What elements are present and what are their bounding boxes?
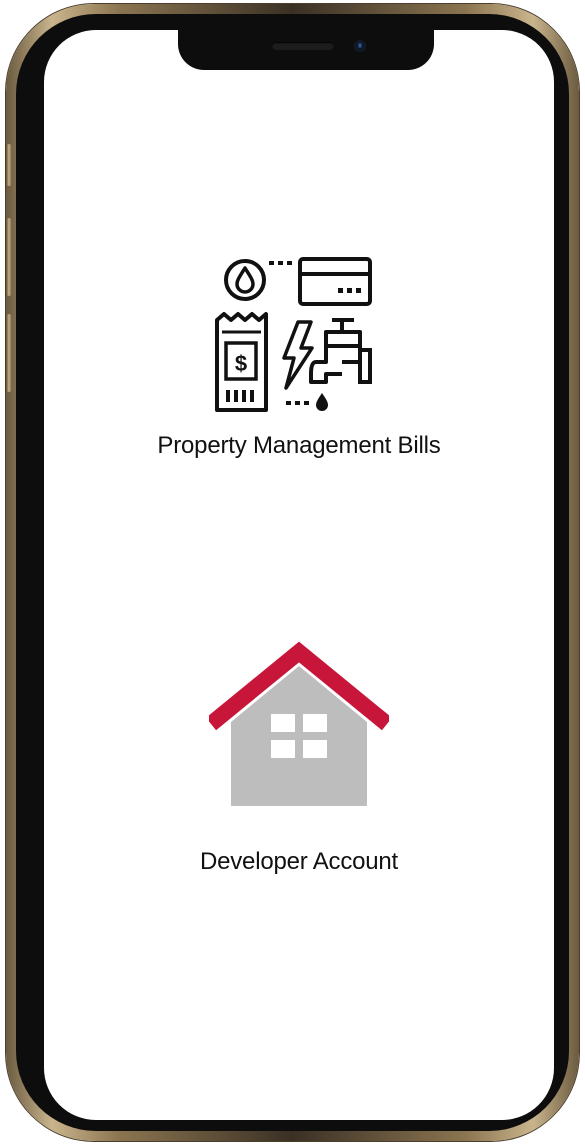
phone-notch [178,30,434,70]
volume-up-button [6,218,12,296]
app-screen: $ Property Management Bills Developer Ac… [44,30,554,1120]
property-management-bills-label: Property Management Bills [157,432,441,459]
bills-utilities-icon: $ [215,257,372,412]
svg-text:$: $ [235,351,247,376]
house-icon [209,641,389,806]
mute-switch [6,144,12,186]
front-camera [354,40,366,52]
volume-down-button [6,314,12,392]
property-management-bills-button[interactable]: $ Property Management Bills [44,250,554,460]
earpiece-speaker [272,42,334,50]
developer-account-button[interactable]: Developer Account [44,640,554,876]
developer-account-label: Developer Account [199,848,399,875]
